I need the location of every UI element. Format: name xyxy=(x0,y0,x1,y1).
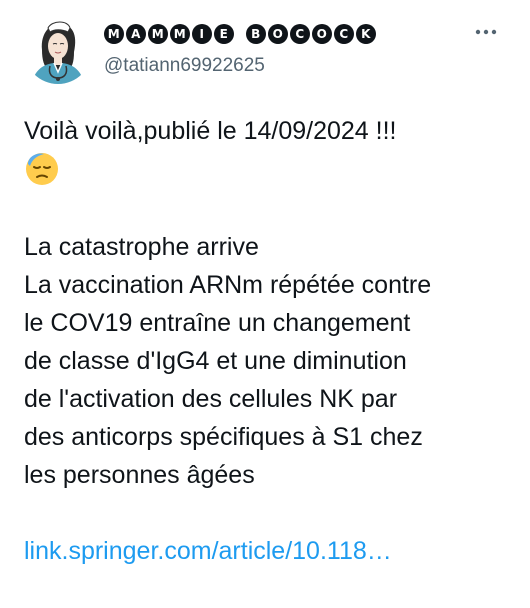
name-letter: M xyxy=(148,24,168,44)
ellipsis-icon xyxy=(475,29,497,35)
name-letter: O xyxy=(312,24,332,44)
name-letter: O xyxy=(268,24,288,44)
name-letter: E xyxy=(214,24,234,44)
paragraph-break xyxy=(24,190,506,228)
name-letter: A xyxy=(126,24,146,44)
name-letter: B xyxy=(246,24,266,44)
nurse-avatar-icon xyxy=(24,16,92,84)
name-letter: I xyxy=(192,24,212,44)
article-link[interactable]: link.springer.com/article/10.118… xyxy=(24,532,506,570)
paragraph-break xyxy=(24,494,506,532)
name-letter: M xyxy=(104,24,124,44)
tweet-text-line: le COV19 entraîne un changement xyxy=(24,309,411,337)
user-handle[interactable]: @tatiann69922625 xyxy=(104,54,376,78)
author-names: M A M M I E B O C O C K @tatiann69922625 xyxy=(104,22,376,78)
tweet-text-line: La catastrophe arrive xyxy=(24,233,259,261)
name-letter: M xyxy=(170,24,190,44)
tweet-text-line: Voilà voilà,publié le 14/09/2024 !!! xyxy=(24,117,397,145)
tweet-card: M A M M I E B O C O C K @tatiann69922625 xyxy=(0,0,530,608)
tweet-header: M A M M I E B O C O C K @tatiann69922625 xyxy=(24,16,506,86)
tweet-text-line: des anticorps spécifiques à S1 chez xyxy=(24,423,423,451)
tweet-text-line: La vaccination ARNm répétée contre xyxy=(24,271,432,299)
tweet-text-line: de l'activation des cellules NK par xyxy=(24,385,398,413)
avatar[interactable] xyxy=(24,16,92,84)
tweet-text-line: les personnes âgées xyxy=(24,461,255,489)
name-letter: C xyxy=(290,24,310,44)
tweet-text-line: de classe d'IgG4 et une diminution xyxy=(24,347,407,375)
display-name[interactable]: M A M M I E B O C O C K xyxy=(104,22,376,46)
more-options-button[interactable] xyxy=(470,20,502,44)
name-letter: C xyxy=(334,24,354,44)
tweet-text: Voilà voilà,publié le 14/09/2024 !!! La … xyxy=(24,112,506,570)
downcast-face-with-sweat-emoji xyxy=(24,150,506,190)
name-letter: K xyxy=(356,24,376,44)
